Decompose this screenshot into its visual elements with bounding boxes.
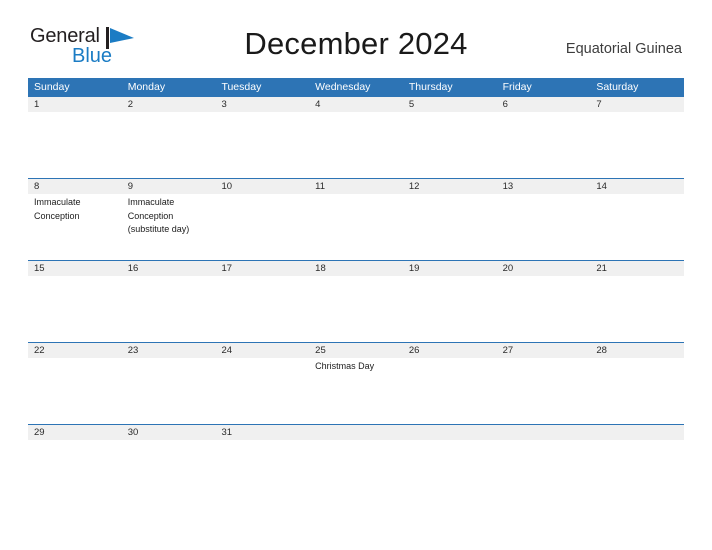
- day-events: [497, 194, 591, 260]
- day-number[interactable]: 19: [403, 261, 497, 276]
- day-number[interactable]: 18: [309, 261, 403, 276]
- calendar-grid: Sunday Monday Tuesday Wednesday Thursday…: [28, 78, 684, 506]
- weekday-sunday: Sunday: [34, 81, 70, 93]
- day-events: Christmas Day: [315, 361, 375, 371]
- day-number[interactable]: 26: [403, 343, 497, 358]
- day-number[interactable]: 30: [122, 425, 216, 440]
- weekday-header-row: Sunday Monday Tuesday Wednesday Thursday…: [28, 78, 684, 96]
- day-events: [28, 112, 122, 178]
- week-event-band: [28, 440, 684, 506]
- week-date-band: 8 9 10 11 12 13 14: [28, 179, 684, 194]
- weekday-tuesday: Tuesday: [221, 81, 262, 93]
- day-number[interactable]: 17: [215, 261, 309, 276]
- day-number[interactable]: 23: [122, 343, 216, 358]
- day-number[interactable]: 3: [215, 97, 309, 112]
- weekday-monday: Monday: [127, 81, 166, 93]
- week-event-band: Christmas Day: [28, 358, 684, 424]
- day-events: [215, 194, 309, 260]
- day-number[interactable]: 15: [28, 261, 122, 276]
- day-events: [215, 440, 309, 506]
- day-number[interactable]: 12: [403, 179, 497, 194]
- day-number-empty: [497, 425, 591, 440]
- day-number[interactable]: 6: [497, 97, 591, 112]
- day-events: Immaculate Conception (substitute day): [127, 197, 190, 234]
- day-number-empty: [309, 425, 403, 440]
- weekday-saturday: Saturday: [596, 81, 639, 93]
- day-number[interactable]: 29: [28, 425, 122, 440]
- day-events: [28, 440, 122, 506]
- day-number[interactable]: 25: [309, 343, 403, 358]
- day-events: [403, 112, 497, 178]
- day-events: [28, 276, 122, 342]
- week-date-band: 22 23 24 25 26 27 28: [28, 343, 684, 358]
- day-number[interactable]: 16: [122, 261, 216, 276]
- day-events: [497, 440, 591, 506]
- weekday-friday: Friday: [502, 81, 532, 93]
- day-number[interactable]: 24: [215, 343, 309, 358]
- day-number[interactable]: 10: [215, 179, 309, 194]
- day-number[interactable]: 13: [497, 179, 591, 194]
- day-number[interactable]: 9: [122, 179, 216, 194]
- week-date-band: 29 30 31: [28, 425, 684, 440]
- day-events: [122, 358, 216, 424]
- day-events: [497, 276, 591, 342]
- week-row: 8 9 10 11 12 13 14 Immaculate Conception…: [28, 178, 684, 260]
- day-number[interactable]: 28: [590, 343, 684, 358]
- day-number[interactable]: 20: [497, 261, 591, 276]
- day-number[interactable]: 14: [590, 179, 684, 194]
- week-event-band: [28, 112, 684, 178]
- day-events: [590, 276, 684, 342]
- week-date-band: 15 16 17 18 19 20 21: [28, 261, 684, 276]
- day-number[interactable]: 22: [28, 343, 122, 358]
- day-number-empty: [403, 425, 497, 440]
- day-number[interactable]: 4: [309, 97, 403, 112]
- day-events: [215, 358, 309, 424]
- day-events: [590, 194, 684, 260]
- week-event-band: [28, 276, 684, 342]
- day-events: [497, 112, 591, 178]
- day-events: [122, 276, 216, 342]
- day-events: [590, 440, 684, 506]
- week-row: 1 2 3 4 5 6 7: [28, 96, 684, 178]
- week-date-band: 1 2 3 4 5 6 7: [28, 97, 684, 112]
- day-events: [403, 358, 497, 424]
- day-events: [28, 358, 122, 424]
- day-events: [309, 194, 403, 260]
- day-number-empty: [590, 425, 684, 440]
- country-label: Equatorial Guinea: [565, 41, 682, 57]
- day-events: [122, 440, 216, 506]
- day-events: [215, 276, 309, 342]
- week-row: 15 16 17 18 19 20 21: [28, 260, 684, 342]
- day-number[interactable]: 31: [215, 425, 309, 440]
- day-number[interactable]: 27: [497, 343, 591, 358]
- weekday-thursday: Thursday: [408, 81, 453, 93]
- week-event-band: Immaculate Conception Immaculate Concept…: [28, 194, 684, 260]
- day-events: [403, 440, 497, 506]
- day-events: [590, 358, 684, 424]
- day-number[interactable]: 7: [590, 97, 684, 112]
- week-row: 29 30 31: [28, 424, 684, 506]
- day-events: [122, 112, 216, 178]
- day-events: Immaculate Conception: [34, 197, 81, 221]
- calendar-page: General Blue December 2024 Equatorial Gu…: [0, 0, 712, 550]
- week-row: 22 23 24 25 26 27 28 Christmas Day: [28, 342, 684, 424]
- day-number[interactable]: 21: [590, 261, 684, 276]
- day-events: [215, 112, 309, 178]
- page-header: General Blue December 2024 Equatorial Gu…: [0, 0, 712, 66]
- day-number[interactable]: 5: [403, 97, 497, 112]
- day-events: [497, 358, 591, 424]
- day-events: [403, 276, 497, 342]
- day-number[interactable]: 8: [28, 179, 122, 194]
- weekday-wednesday: Wednesday: [315, 81, 371, 93]
- day-number[interactable]: 1: [28, 97, 122, 112]
- day-number[interactable]: 11: [309, 179, 403, 194]
- day-events: [403, 194, 497, 260]
- day-number[interactable]: 2: [122, 97, 216, 112]
- day-events: [590, 112, 684, 178]
- day-events: [309, 112, 403, 178]
- day-events: [309, 440, 403, 506]
- day-events: [309, 276, 403, 342]
